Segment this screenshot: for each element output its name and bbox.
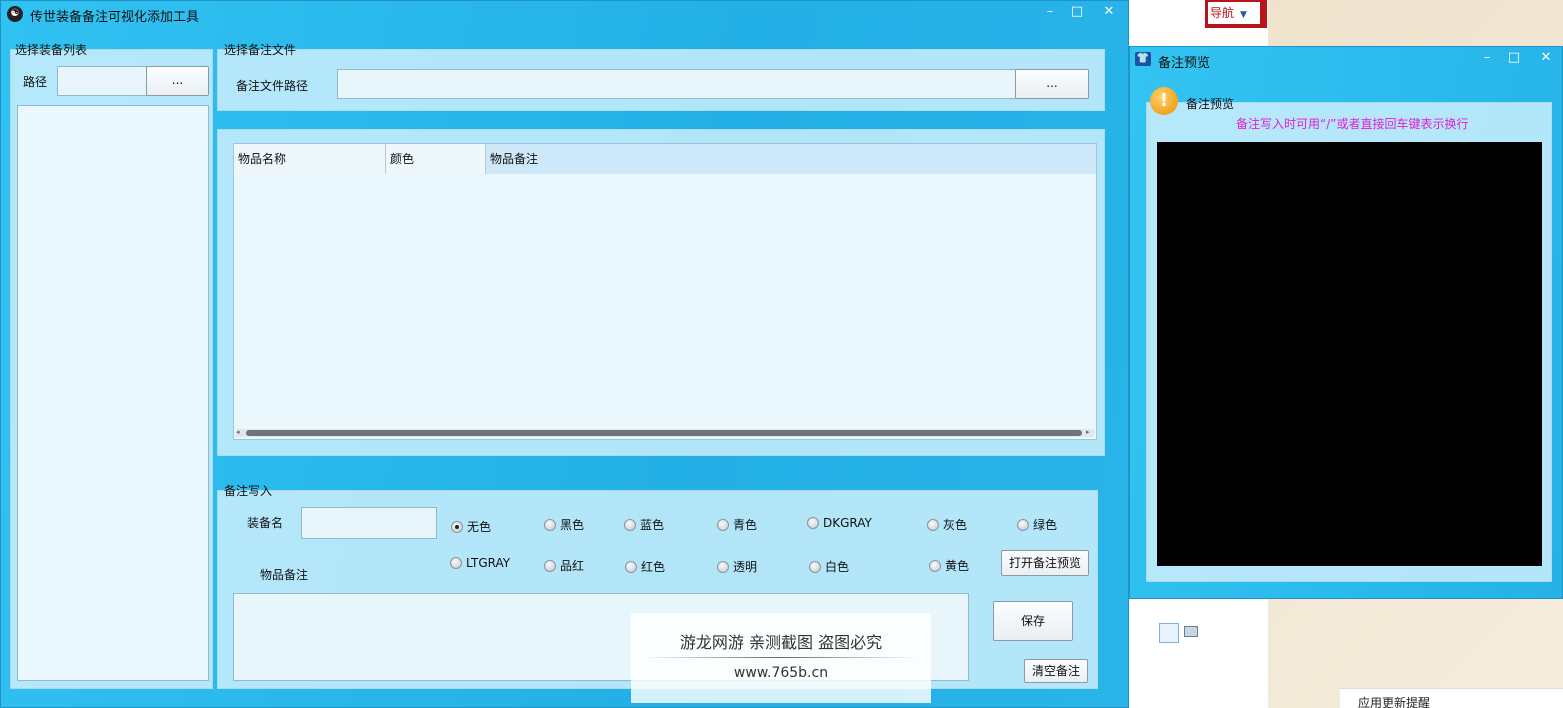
color-radio-ltgray[interactable]: LTGRAY	[450, 556, 510, 570]
color-radio-magenta[interactable]: 品红	[544, 557, 584, 574]
save-button[interactable]: 保存	[993, 601, 1073, 641]
preview-maximize-button[interactable]: □	[1501, 49, 1527, 67]
list-view-icon[interactable]	[1159, 623, 1179, 643]
preview-canvas	[1157, 142, 1542, 566]
radio-label: 青色	[733, 518, 758, 532]
minimize-button[interactable]: –	[1037, 3, 1063, 21]
radio-label: 黑色	[560, 518, 585, 532]
radio-label: DKGRAY	[823, 516, 872, 530]
scroll-right-icon[interactable]: ▸	[1086, 428, 1090, 436]
color-radio-none[interactable]: 无色	[451, 518, 491, 535]
column-header-color[interactable]: 颜色	[386, 144, 486, 174]
radio-icon	[1017, 518, 1029, 531]
radio-icon	[807, 517, 819, 529]
radio-label: 品红	[560, 559, 585, 573]
preview-close-button[interactable]: ✕	[1533, 49, 1559, 67]
equip-name-label: 装备名	[247, 516, 284, 530]
watermark-divider	[643, 657, 919, 658]
watermark-text: 游龙网游 亲测截图 盗图必究	[679, 633, 883, 652]
background-nav-tab-label[interactable]: 导航 ▼	[1208, 2, 1260, 24]
maximize-button[interactable]: □	[1064, 3, 1090, 21]
color-radio-blue[interactable]: 蓝色	[624, 516, 664, 533]
watermark: 游龙网游 亲测截图 盗图必究 www.765b.cn	[631, 613, 931, 703]
note-file-group-title: 选择备注文件	[224, 43, 297, 57]
note-file-path-input[interactable]	[337, 69, 1017, 99]
radio-label: 白色	[825, 560, 850, 574]
open-preview-button[interactable]: 打开备注预览	[1001, 550, 1089, 576]
color-radio-cyan[interactable]: 青色	[717, 516, 757, 533]
main-window-title: 传世装备备注可视化添加工具	[30, 10, 200, 25]
equip-name-input[interactable]	[301, 507, 437, 539]
note-file-browse-button[interactable]: ...	[1015, 69, 1089, 99]
radio-label: 绿色	[1033, 518, 1058, 532]
preview-window: 👕 备注预览 – □ ✕ ! 备注预览 备注写入时可用“/”或者直接回车键表示换…	[1129, 46, 1563, 599]
warning-icon: !	[1150, 87, 1178, 115]
close-button[interactable]: ✕	[1096, 3, 1122, 21]
color-radio-red[interactable]: 红色	[625, 558, 665, 575]
preview-minimize-button[interactable]: –	[1474, 49, 1500, 67]
color-radio-white[interactable]: 白色	[809, 558, 849, 575]
column-header-item-note[interactable]: 物品备注	[486, 144, 1096, 174]
radio-checked-icon	[451, 520, 463, 533]
radio-label: 灰色	[943, 518, 968, 532]
radio-icon	[717, 518, 729, 531]
radio-icon	[544, 518, 556, 531]
radio-label: 无色	[467, 520, 492, 534]
equipment-list-group-title: 选择装备列表	[15, 43, 88, 57]
main-window: ☯ 传世装备备注可视化添加工具 – □ ✕ 选择装备列表 路径 ... 选择备注…	[0, 0, 1129, 708]
color-radio-dkgray[interactable]: DKGRAY	[807, 516, 872, 530]
preview-group-title: 备注预览	[1186, 97, 1235, 111]
color-radio-black[interactable]: 黑色	[544, 516, 584, 533]
shirt-icon: 👕	[1135, 52, 1151, 66]
radio-icon	[929, 559, 941, 572]
chevron-down-icon: ▼	[1240, 10, 1247, 20]
preview-window-title: 备注预览	[1158, 56, 1211, 71]
app-logo-icon: ☯	[7, 6, 23, 22]
table-scroll-thumb[interactable]	[246, 430, 1082, 436]
color-radio-green[interactable]: 绿色	[1017, 516, 1057, 533]
radio-icon	[624, 518, 636, 531]
items-table[interactable]: 物品名称 颜色 物品备注 ◂ ▸	[233, 143, 1097, 440]
equipment-path-input[interactable]	[57, 66, 147, 96]
path-label: 路径	[23, 75, 48, 89]
main-titlebar[interactable]: ☯ 传世装备备注可视化添加工具 – □ ✕	[1, 1, 1128, 31]
color-radio-gray[interactable]: 灰色	[927, 516, 967, 533]
radio-icon	[450, 557, 462, 569]
radio-label: 蓝色	[640, 518, 665, 532]
radio-icon	[717, 560, 729, 573]
radio-label: 红色	[641, 560, 666, 574]
color-radio-transparent[interactable]: 透明	[717, 558, 757, 575]
table-horizontal-scrollbar[interactable]: ◂ ▸	[236, 428, 1094, 437]
radio-icon	[809, 560, 821, 573]
equipment-list-box[interactable]	[17, 105, 209, 681]
column-header-item-name[interactable]: 物品名称	[234, 144, 386, 174]
note-write-group-title: 备注写入	[224, 484, 273, 498]
equipment-browse-button[interactable]: ...	[146, 66, 209, 96]
radio-label: 透明	[733, 560, 758, 574]
color-radio-yellow[interactable]: 黄色	[929, 557, 969, 574]
watermark-url: www.765b.cn	[733, 665, 829, 681]
clear-note-button[interactable]: 清空备注	[1024, 659, 1088, 683]
radio-label: LTGRAY	[466, 556, 511, 570]
radio-icon	[625, 560, 637, 573]
preview-hint: 备注写入时可用“/”或者直接回车键表示换行	[1236, 117, 1469, 131]
scroll-left-icon[interactable]: ◂	[236, 428, 240, 436]
radio-label: 黄色	[945, 559, 970, 573]
background-notice: 应用更新提醒	[1340, 688, 1563, 708]
item-note-label: 物品备注	[260, 568, 309, 582]
image-view-icon[interactable]	[1184, 626, 1198, 637]
note-file-path-label: 备注文件路径	[236, 79, 309, 93]
radio-icon	[927, 518, 939, 531]
background-nav-tab-text: 导航	[1210, 6, 1235, 20]
radio-icon	[544, 559, 556, 572]
